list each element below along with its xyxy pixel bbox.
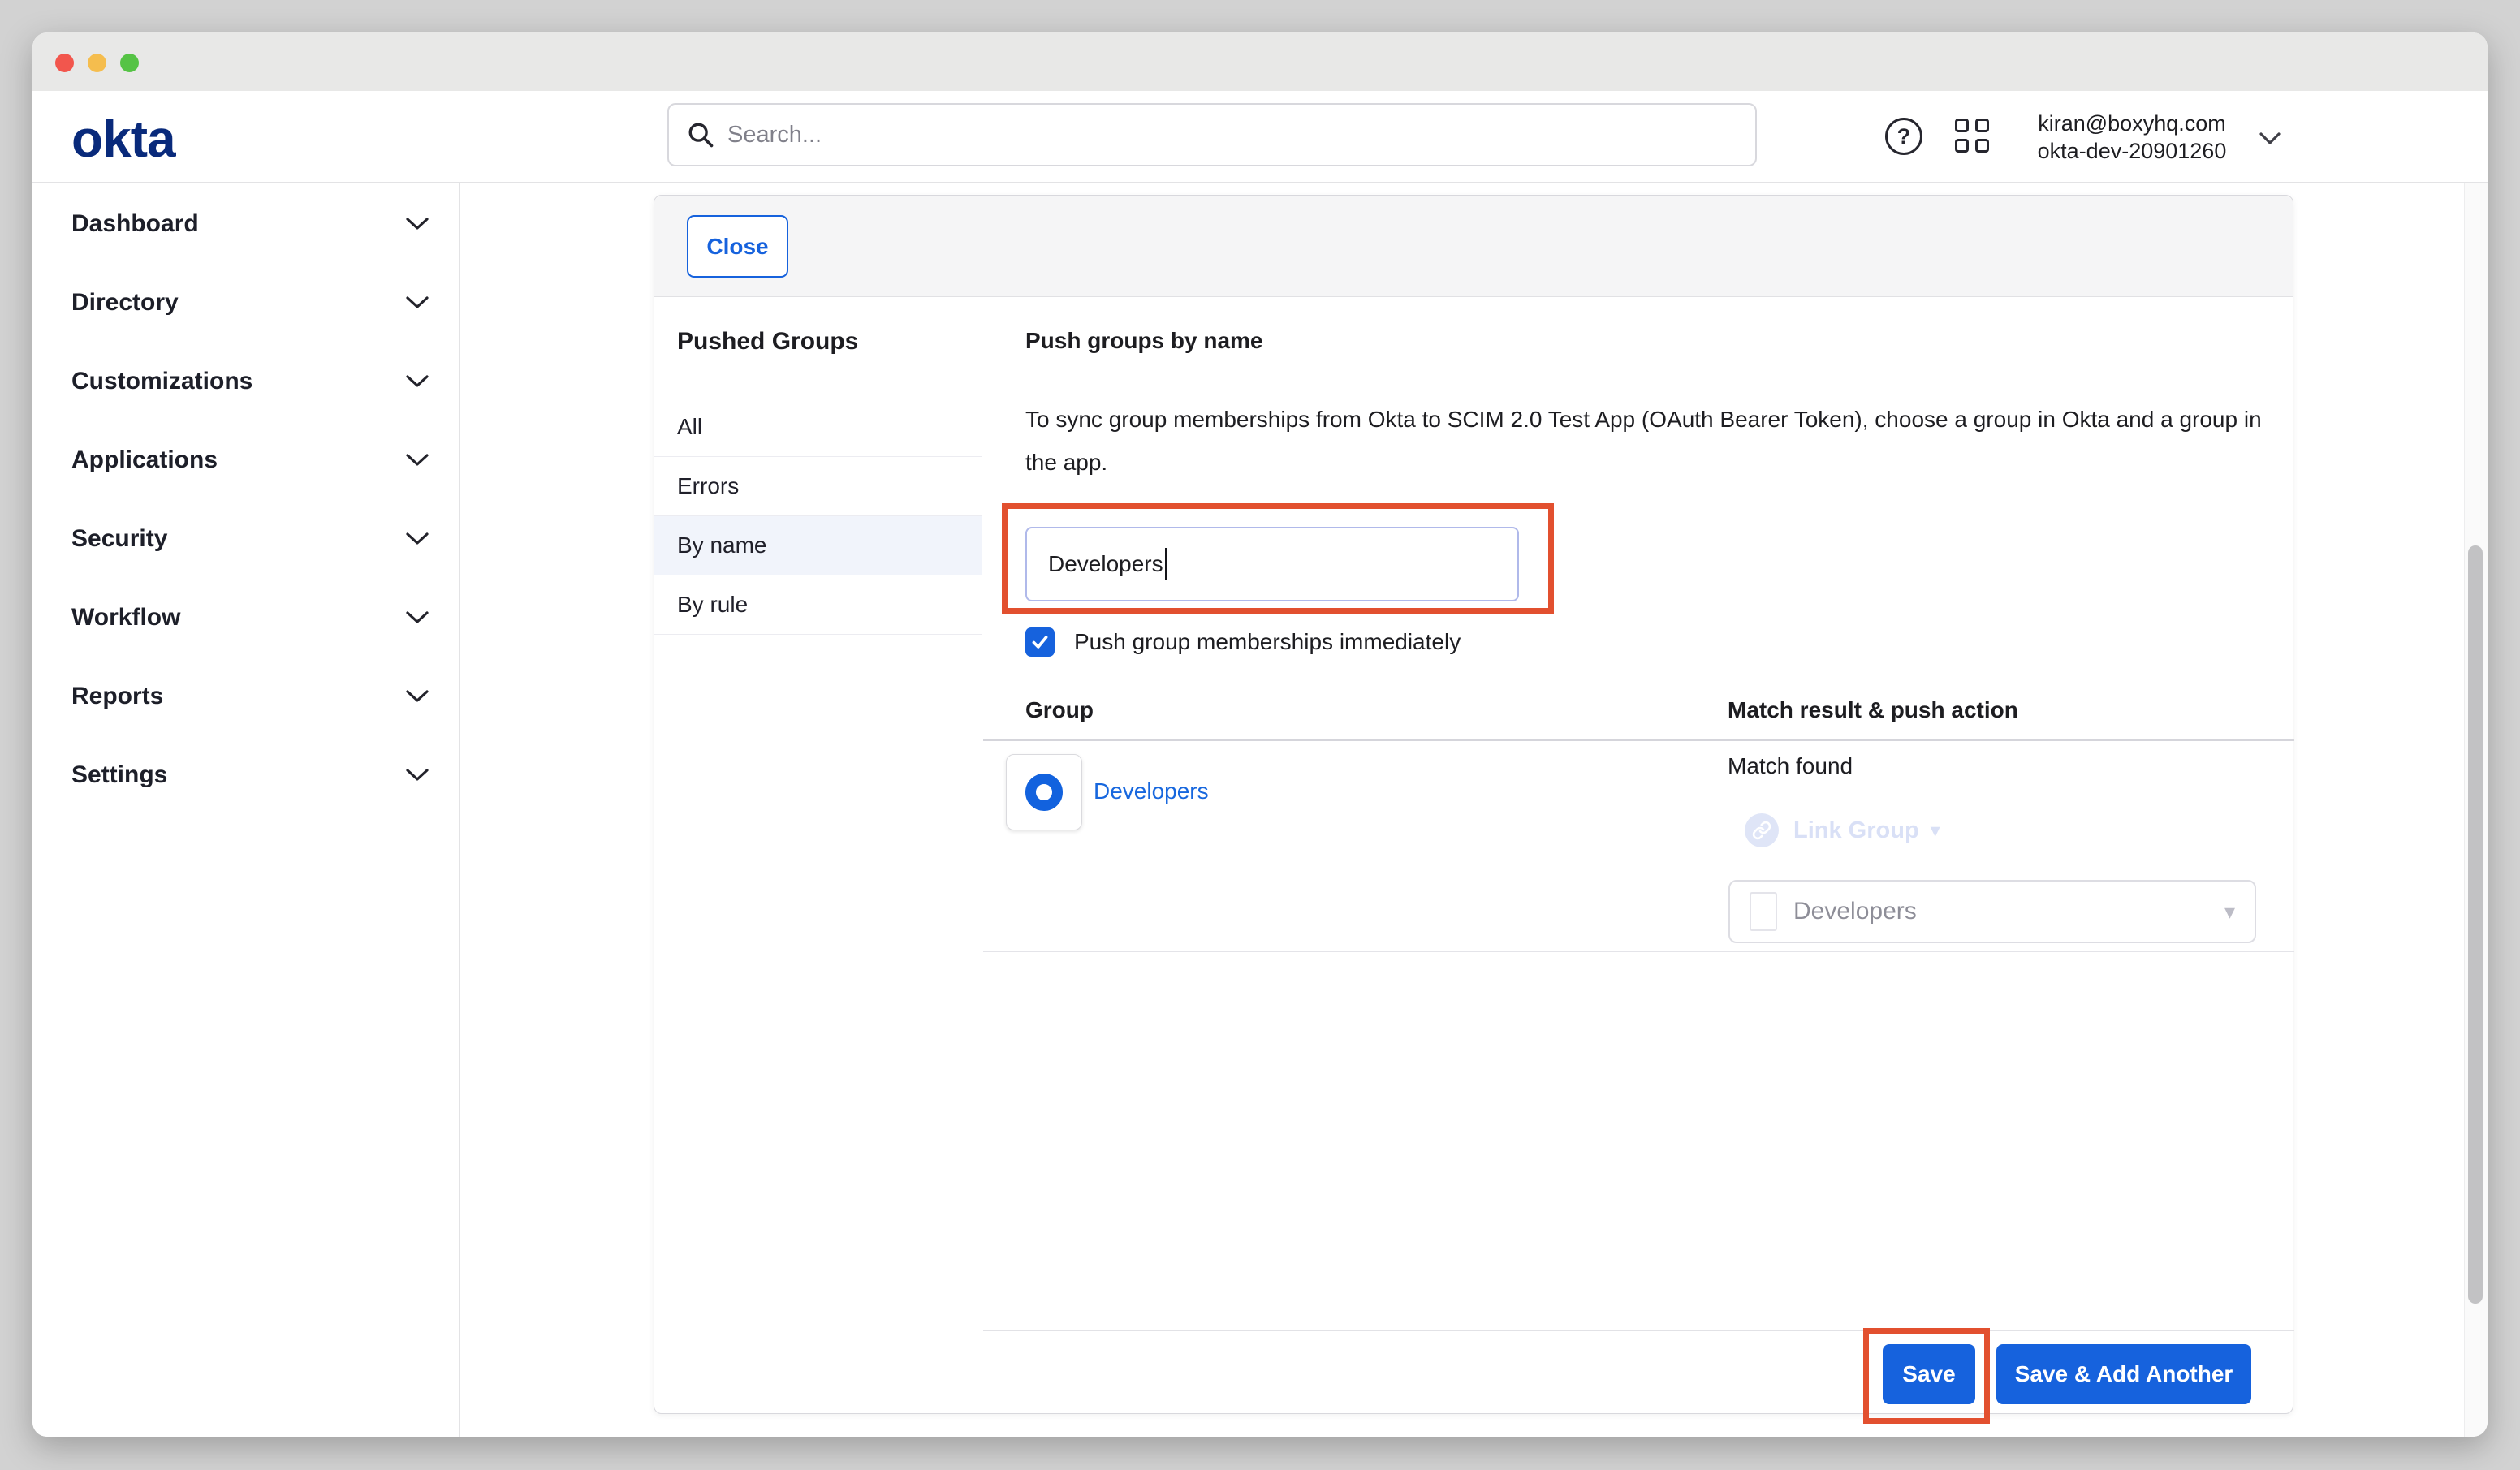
scrollbar-thumb[interactable] [2468, 545, 2483, 1304]
chevron-down-icon [405, 532, 429, 546]
form-description: To sync group memberships from Okta to S… [1025, 398, 2268, 484]
nav-tab-all[interactable]: All [654, 398, 982, 457]
sidebar-item-directory[interactable]: Directory [32, 263, 459, 342]
group-name-value: Developers [1048, 551, 1163, 577]
sidebar-item-security[interactable]: Security [32, 499, 459, 578]
nav-tab-by-name[interactable]: By name [654, 516, 982, 575]
chevron-down-icon [405, 295, 429, 310]
window-titlebar [32, 32, 2488, 91]
form-title: Push groups by name [1025, 328, 1263, 354]
group-ring-icon [1025, 774, 1063, 811]
table-row-divider [983, 951, 2294, 952]
chevron-down-icon [405, 689, 429, 704]
search-icon [687, 121, 714, 149]
sidebar: Dashboard Directory Customizations Appli… [32, 183, 460, 1437]
push-groups-panel: Close Pushed Groups All Errors By name B… [654, 195, 2293, 1414]
column-header-group: Group [1025, 697, 1094, 723]
link-group-label: Link Group [1793, 817, 1919, 844]
panel-toolbar: Close [654, 196, 2293, 297]
group-name-link[interactable]: Developers [1094, 778, 1209, 804]
text-cursor [1165, 548, 1167, 580]
org-name: okta-dev-20901260 [2010, 137, 2254, 165]
search-input[interactable] [727, 122, 1737, 149]
save-add-another-button[interactable]: Save & Add Another [1996, 1344, 2251, 1404]
caret-down-icon: ▾ [2224, 899, 2235, 925]
sidebar-item-dashboard[interactable]: Dashboard [32, 184, 459, 263]
close-button[interactable]: Close [687, 215, 788, 278]
chevron-down-icon [405, 453, 429, 468]
check-icon [1029, 632, 1051, 653]
apps-grid-icon[interactable] [1955, 119, 1994, 156]
top-header: okta ? kiran@boxyhq.com okta-dev-2090126… [32, 91, 2488, 183]
window-zoom-icon[interactable] [120, 54, 139, 72]
group-name-input[interactable]: Developers [1025, 527, 1519, 601]
search-box[interactable] [667, 103, 1757, 166]
app-group-icon [1750, 892, 1777, 931]
match-result-text: Match found [1728, 753, 1853, 779]
window-minimize-icon[interactable] [88, 54, 106, 72]
chevron-down-icon [405, 768, 429, 782]
chevron-down-icon [405, 374, 429, 389]
sidebar-item-applications[interactable]: Applications [32, 420, 459, 499]
nav-tab-by-rule[interactable]: By rule [654, 575, 982, 635]
link-icon [1745, 813, 1779, 847]
pushed-groups-nav: Pushed Groups All Errors By name By rule [654, 297, 982, 1330]
sidebar-item-customizations[interactable]: Customizations [32, 342, 459, 420]
chevron-down-icon[interactable] [2259, 131, 2281, 145]
sidebar-item-settings[interactable]: Settings [32, 735, 459, 814]
app-window: okta ? kiran@boxyhq.com okta-dev-2090126… [32, 32, 2488, 1437]
help-icon[interactable]: ? [1885, 118, 1922, 155]
nav-tab-errors[interactable]: Errors [654, 457, 982, 516]
link-group-dropdown[interactable]: Link Group ▾ [1745, 813, 1940, 847]
pushed-groups-title: Pushed Groups [654, 297, 982, 356]
app-group-selected-value: Developers [1793, 898, 2224, 925]
push-immediately-checkbox[interactable] [1025, 627, 1055, 657]
group-icon-card [1006, 754, 1082, 830]
sidebar-item-workflow[interactable]: Workflow [32, 578, 459, 657]
user-email: kiran@boxyhq.com [2010, 110, 2254, 137]
sidebar-item-reports[interactable]: Reports [32, 657, 459, 735]
okta-logo: okta [71, 109, 175, 169]
chevron-down-icon [405, 610, 429, 625]
user-account-menu[interactable]: kiran@boxyhq.com okta-dev-20901260 [2010, 110, 2254, 165]
push-immediately-label: Push group memberships immediately [1074, 629, 1461, 655]
push-group-form: Push groups by name To sync group member… [983, 297, 2294, 1415]
chevron-down-icon [405, 217, 429, 231]
app-group-select[interactable]: Developers ▾ [1728, 880, 2256, 943]
window-close-icon[interactable] [55, 54, 74, 72]
save-button[interactable]: Save [1883, 1344, 1975, 1404]
column-header-match: Match result & push action [1728, 697, 2018, 723]
form-footer: Save Save & Add Another [983, 1330, 2294, 1415]
table-header-divider [983, 739, 2294, 741]
caret-down-icon: ▾ [1931, 819, 1940, 843]
